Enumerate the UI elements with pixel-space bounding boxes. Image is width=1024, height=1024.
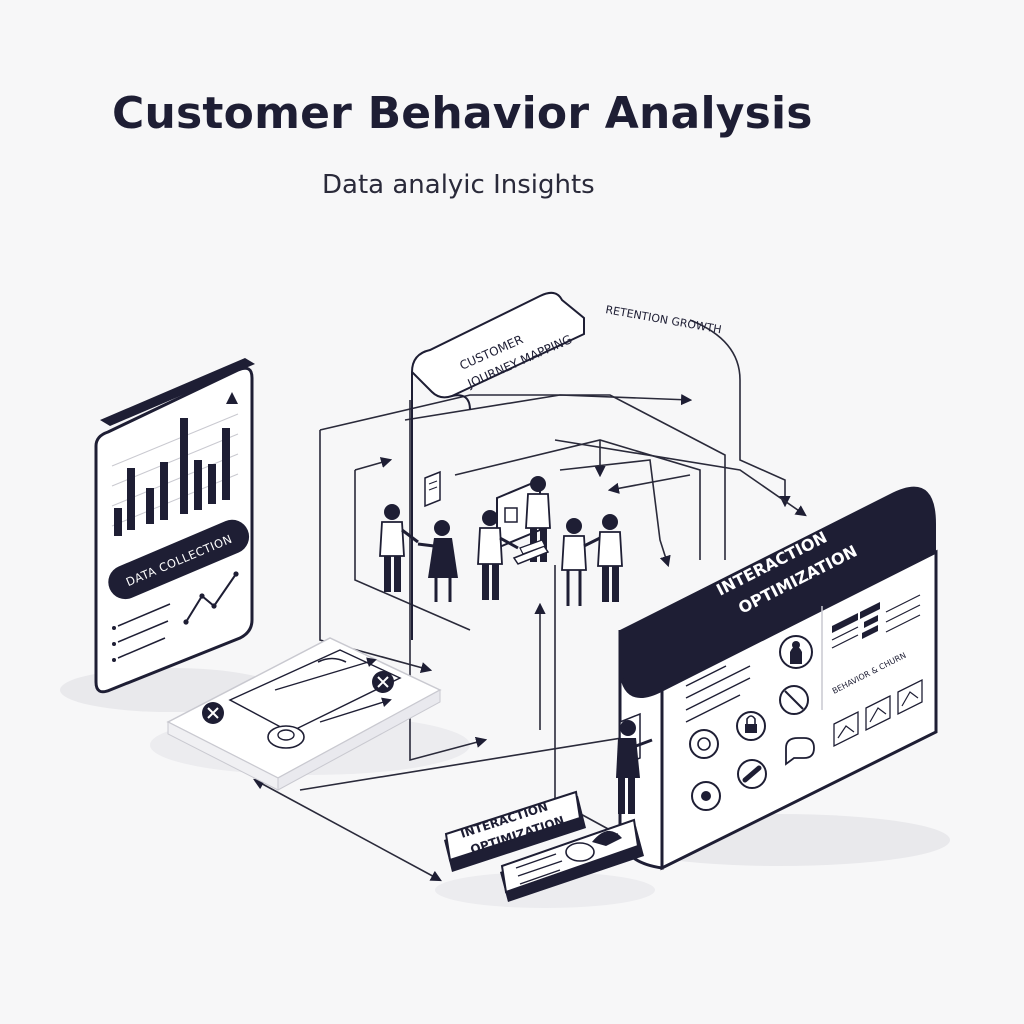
interaction-optimization-panel: INTERACTION OPTIMIZATION BEHAVIOR & CHUR…	[618, 486, 938, 871]
infographic-canvas: Customer Behavior Analysis Data analyic …	[0, 0, 1024, 1024]
person-icon	[597, 514, 623, 602]
data-collection-tablet: DATA COLLECTION	[94, 358, 255, 694]
person-icon	[561, 518, 601, 606]
target-icon	[689, 729, 719, 759]
retention-growth-label: RETENTION GROWTH	[604, 303, 722, 336]
toggle-icon	[565, 842, 595, 862]
isometric-illustration: DATA COLLECTION CUSTOMER JOURNEY MAPPING…	[60, 291, 950, 908]
person-icon	[417, 520, 458, 602]
collaboration-scene	[379, 470, 623, 606]
